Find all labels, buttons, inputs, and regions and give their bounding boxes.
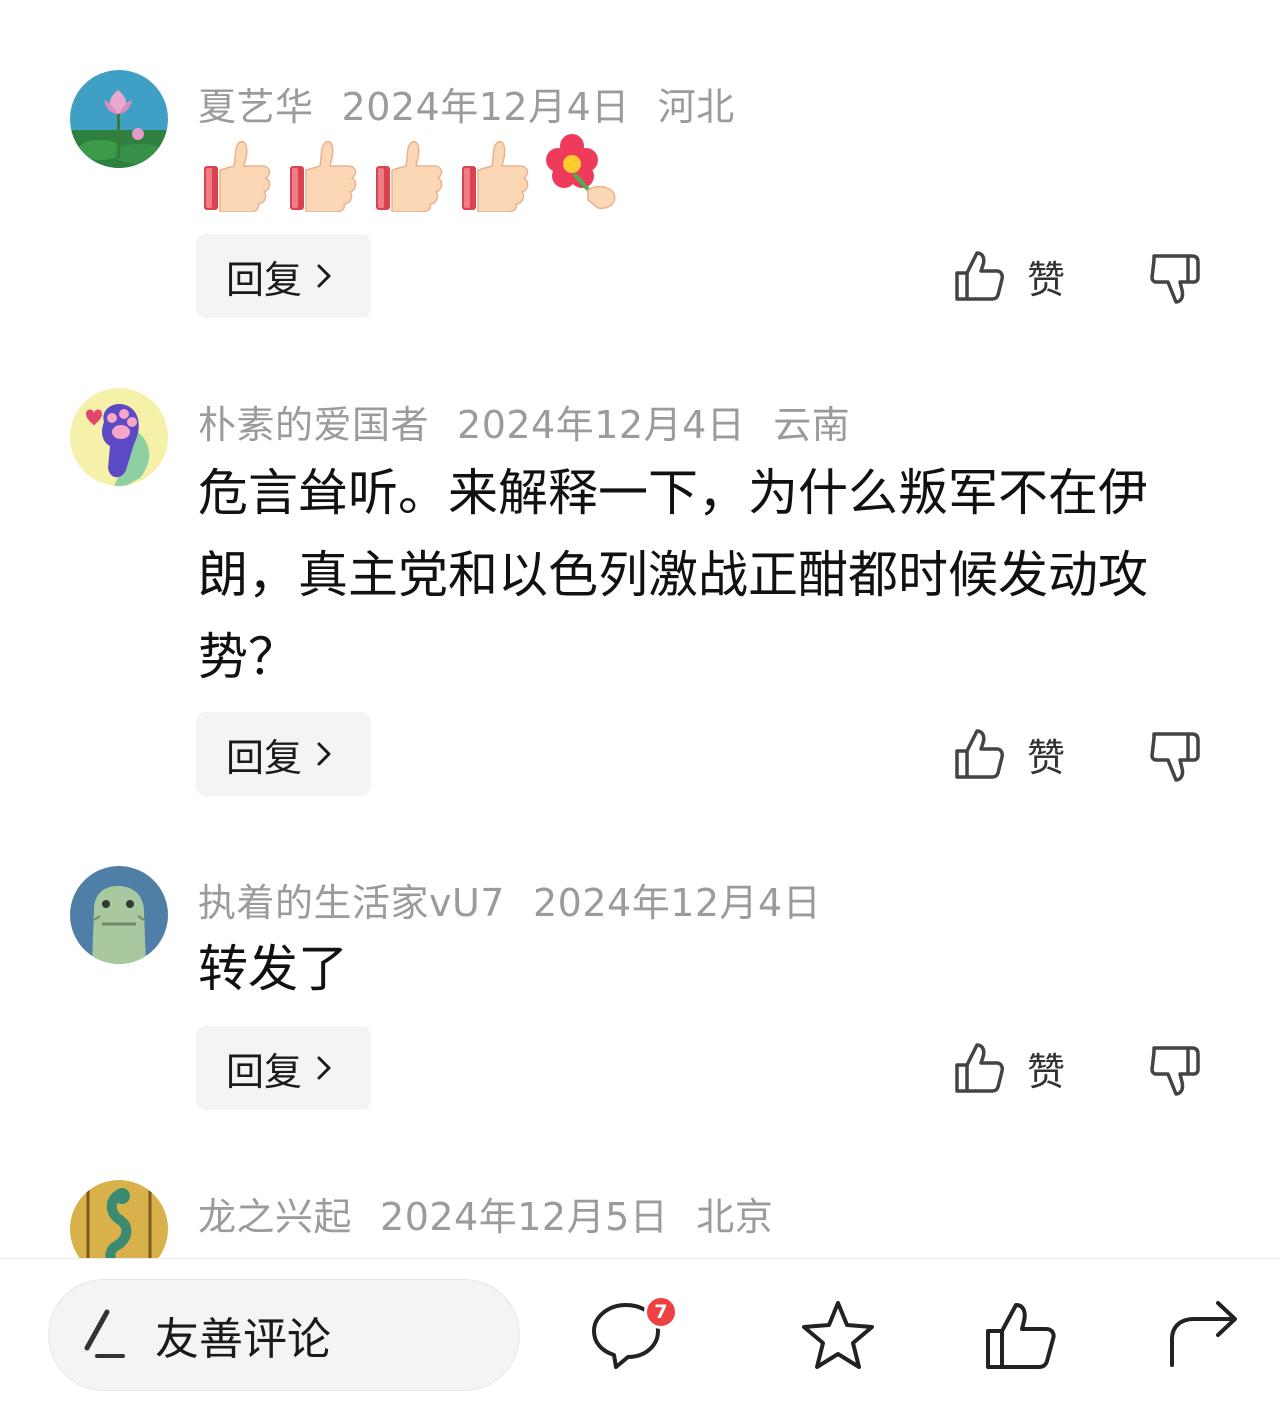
comment-input[interactable]: 友善评论 <box>48 1279 520 1391</box>
share-icon[interactable] <box>1168 1299 1240 1371</box>
reply-label: 回复 <box>226 735 303 780</box>
bottom-action-bar: 友善评论 7 <box>0 1258 1280 1413</box>
reply-label: 回复 <box>226 257 303 302</box>
username[interactable]: 龙之兴起 <box>198 1195 352 1239</box>
avatar[interactable] <box>70 388 168 486</box>
chevron-right-icon <box>317 264 331 288</box>
comment-location: 河北 <box>657 85 735 129</box>
thumbs-down-icon[interactable] <box>1148 728 1204 784</box>
comment-list: 夏艺华 2024年12月4日 河北 回复 赞 朴素的爱国者 2024年12月4日… <box>0 0 1280 1258</box>
comment-emoji-row <box>200 134 624 212</box>
username[interactable]: 执着的生活家vU7 <box>198 881 505 925</box>
thumbs-up-emoji <box>462 140 529 212</box>
comment-meta: 龙之兴起 2024年12月5日 北京 <box>198 1186 801 1241</box>
like-button[interactable]: 赞 <box>953 1038 1065 1098</box>
comment-date: 2024年12月4日 <box>532 881 822 925</box>
chevron-right-icon <box>317 742 331 766</box>
comment-input-placeholder: 友善评论 <box>155 1314 331 1365</box>
like-button[interactable]: 赞 <box>953 724 1065 784</box>
thumbs-up-icon <box>955 251 1004 301</box>
comment-text: 危言耸听。来解释一下，为什么叛军不在伊朗，真主党和以色列激战正酣都时候发动攻势？ <box>198 464 1148 686</box>
like-label: 赞 <box>1027 257 1066 302</box>
comment-date: 2024年12月4日 <box>341 85 630 129</box>
pen-icon <box>84 1309 125 1358</box>
thumbs-up-icon <box>955 729 1004 779</box>
avatar[interactable] <box>70 70 168 168</box>
comment-location: 北京 <box>696 1195 774 1239</box>
star-icon[interactable] <box>800 1299 876 1371</box>
thumbs-up-emoji <box>290 140 357 212</box>
reply-label: 回复 <box>226 1049 303 1094</box>
chevron-right-icon <box>317 1056 331 1080</box>
reply-button[interactable]: 回复 <box>196 1026 371 1110</box>
comment-date: 2024年12月4日 <box>457 403 746 447</box>
comment-location: 云南 <box>773 403 851 447</box>
comment-meta: 夏艺华 2024年12月4日 河北 <box>198 76 763 131</box>
comment-date: 2024年12月5日 <box>380 1195 669 1239</box>
thumbs-down-icon[interactable] <box>1148 1042 1204 1098</box>
comment-meta: 执着的生活家vU7 2024年12月4日 <box>198 872 849 927</box>
thumbs-up-icon[interactable] <box>984 1299 1058 1371</box>
username[interactable]: 朴素的爱国者 <box>198 403 429 447</box>
reply-button[interactable]: 回复 <box>196 234 371 318</box>
comment-text: 转发了 <box>198 940 348 998</box>
thumbs-up-emoji <box>204 140 271 212</box>
like-button[interactable]: 赞 <box>953 246 1065 306</box>
thumbs-up-icon <box>955 1043 1004 1093</box>
like-label: 赞 <box>1027 735 1066 780</box>
thumbs-down-icon[interactable] <box>1148 250 1204 306</box>
reply-button[interactable]: 回复 <box>196 712 371 796</box>
comment-count-badge: 7 <box>644 1295 678 1329</box>
avatar[interactable] <box>70 1180 168 1258</box>
like-label: 赞 <box>1027 1049 1066 1094</box>
username[interactable]: 夏艺华 <box>198 85 314 129</box>
flower-emoji <box>546 134 616 210</box>
comment-meta: 朴素的爱国者 2024年12月4日 云南 <box>198 394 878 449</box>
thumbs-up-emoji <box>376 140 443 212</box>
avatar[interactable] <box>70 866 168 964</box>
